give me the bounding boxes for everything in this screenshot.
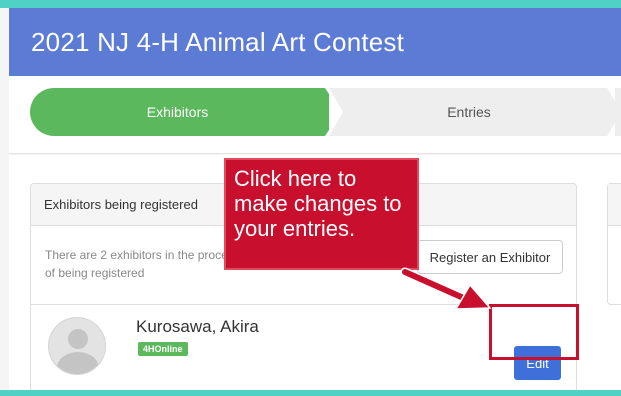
- exhibitor-name: Kurosawa, Akira: [136, 317, 259, 336]
- exhibitors-count-text: There are 2 exhibitors in the process of…: [45, 248, 240, 280]
- panel-heading-text: Exhibitors being registered: [44, 197, 198, 212]
- page-title: 2021 NJ 4-H Animal Art Contest: [31, 27, 405, 57]
- avatar-head-shape: [68, 329, 88, 349]
- edit-highlight-box: [489, 304, 579, 360]
- callout-text: Click here to make changes to your entri…: [234, 166, 402, 241]
- top-accent-strip: [0, 0, 621, 8]
- step-entries-label: Entries: [447, 104, 491, 120]
- step-entries[interactable]: Entries: [329, 88, 609, 136]
- step-exhibitors[interactable]: Exhibitors: [30, 88, 325, 136]
- step-exhibitors-label: Exhibitors: [146, 104, 209, 120]
- page-header: 2021 NJ 4-H Animal Art Contest: [9, 8, 621, 76]
- register-exhibitor-button[interactable]: Register an Exhibitor: [417, 240, 563, 274]
- screen: 2021 NJ 4-H Animal Art Contest Exhibitor…: [0, 0, 621, 396]
- side-panel: [607, 183, 621, 305]
- bottom-accent-strip: [0, 390, 621, 396]
- step-entries-notch: [329, 88, 343, 136]
- instruction-callout: Click here to make changes to your entri…: [224, 158, 419, 270]
- 4honline-badge: 4HOnline: [138, 342, 188, 356]
- avatar-body-shape: [57, 352, 99, 374]
- avatar: [48, 317, 106, 375]
- side-panel-heading: [608, 184, 621, 226]
- step-next[interactable]: [615, 88, 621, 136]
- progress-steps: Exhibitors Entries: [9, 76, 621, 154]
